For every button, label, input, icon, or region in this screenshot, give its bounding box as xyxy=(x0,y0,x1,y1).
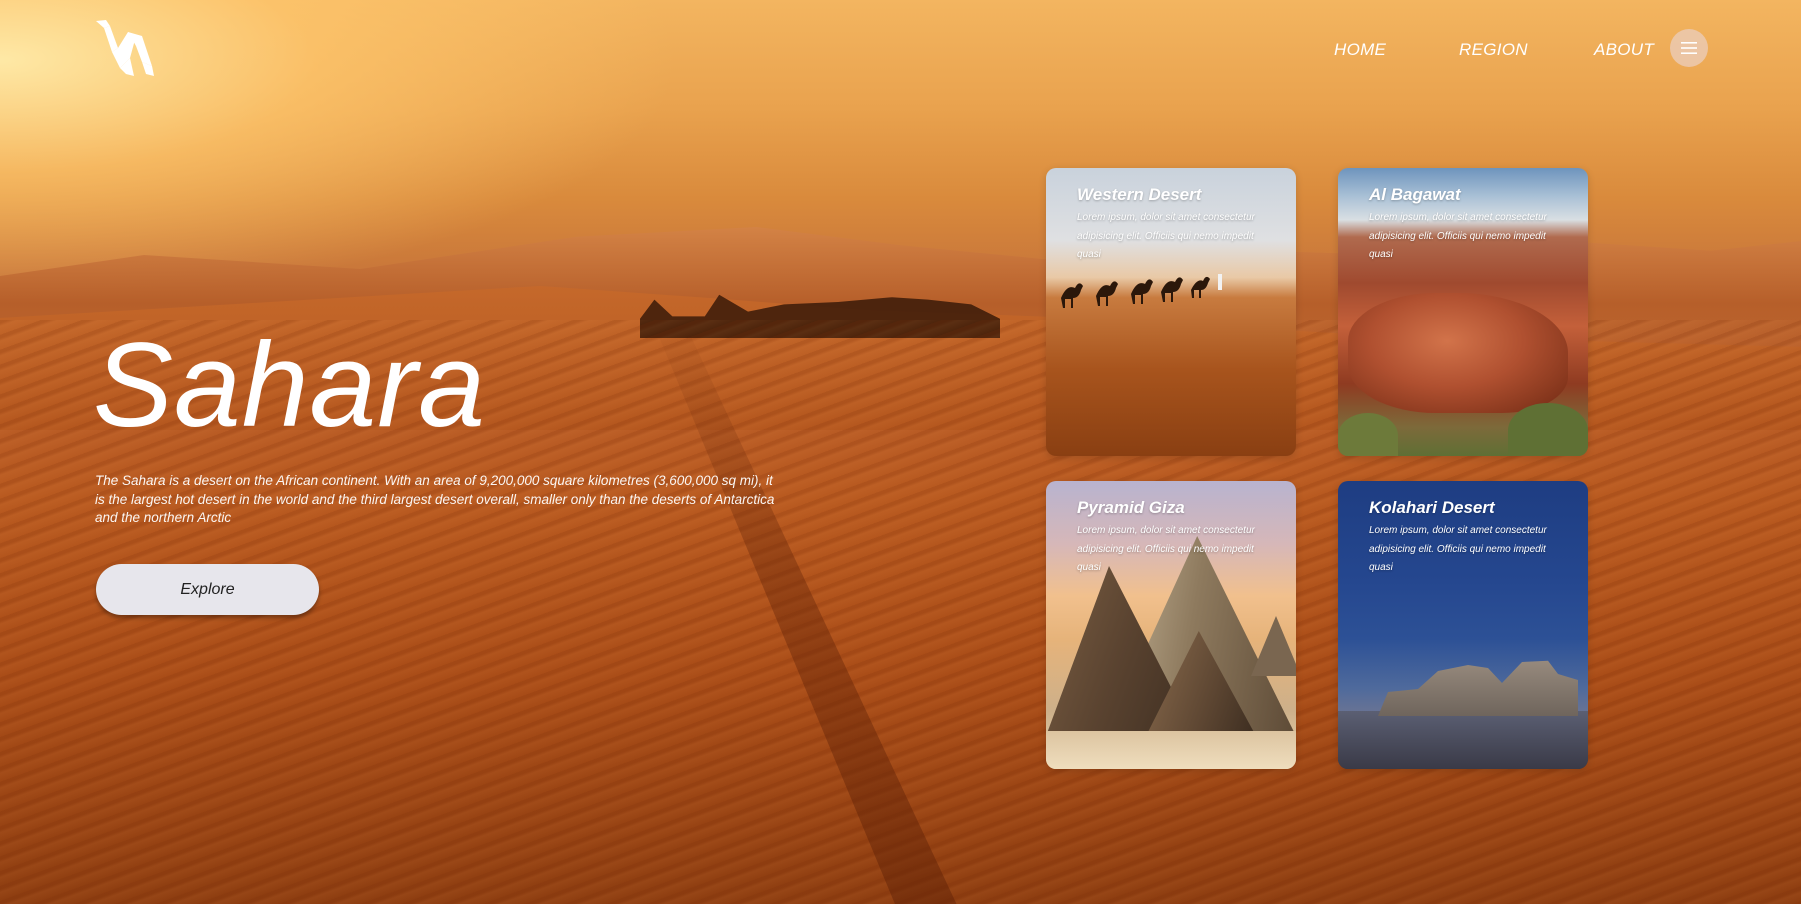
sahara-landing-page: HOME REGION ABOUT Sahara The Sahara is a… xyxy=(0,0,1801,904)
card-text: Lorem ipsum, dolor sit amet consectetur … xyxy=(1077,212,1255,260)
nav-home-link[interactable]: HOME xyxy=(1334,40,1386,60)
shrub xyxy=(1338,413,1398,456)
nav-about-link[interactable]: ABOUT xyxy=(1594,40,1654,60)
red-rock-formation xyxy=(1348,293,1568,413)
card-title: Pyramid Giza xyxy=(1077,498,1185,517)
card-title: Kolahari Desert xyxy=(1369,498,1495,517)
sand-foreground xyxy=(1046,731,1296,769)
card-title: Al Bagawat xyxy=(1369,185,1461,204)
card-text: Lorem ipsum, dolor sit amet consectetur … xyxy=(1369,525,1547,573)
card-text: Lorem ipsum, dolor sit amet consectetur … xyxy=(1077,525,1255,573)
menu-button[interactable] xyxy=(1670,29,1708,67)
hamburger-menu-icon xyxy=(1681,42,1697,54)
shrub xyxy=(1508,403,1588,456)
card-kolahari-desert[interactable]: Kolahari Desert Lorem ipsum, dolor sit a… xyxy=(1338,481,1588,769)
desert-ground xyxy=(1338,711,1588,769)
nav-region-link[interactable]: REGION xyxy=(1459,40,1528,60)
card-western-desert[interactable]: Western Desert Lorem ipsum, dolor sit am… xyxy=(1046,168,1296,456)
camel-caravan-image xyxy=(1061,274,1222,308)
explore-button[interactable]: Explore xyxy=(96,564,319,615)
hero-description: The Sahara is a desert on the African co… xyxy=(95,473,775,525)
card-pyramid-giza[interactable]: Pyramid Giza Lorem ipsum, dolor sit amet… xyxy=(1046,481,1296,769)
card-title: Western Desert xyxy=(1077,185,1202,204)
hero-title: Sahara xyxy=(93,318,486,452)
camel-origami-logo-icon[interactable] xyxy=(92,18,158,76)
card-text: Lorem ipsum, dolor sit amet consectetur … xyxy=(1369,212,1547,260)
card-al-bagawat[interactable]: Al Bagawat Lorem ipsum, dolor sit amet c… xyxy=(1338,168,1588,456)
